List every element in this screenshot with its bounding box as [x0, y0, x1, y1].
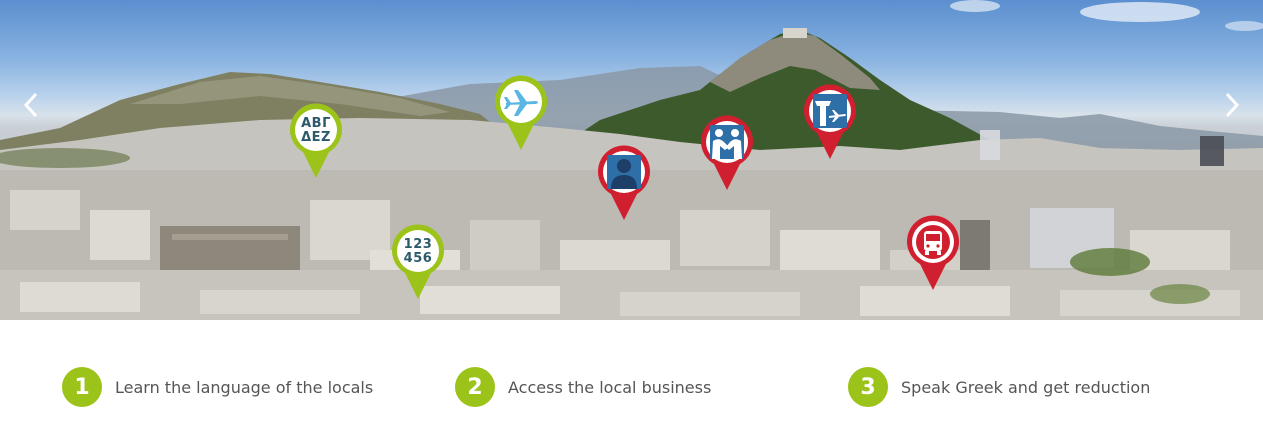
- pin-handshake[interactable]: [698, 114, 756, 192]
- pin-airport-tower[interactable]: [801, 83, 859, 161]
- hero-slider: ΑΒΓ ΔΕΖ 123 456: [0, 0, 1263, 320]
- pin-greek-alphabet[interactable]: ΑΒΓ ΔΕΖ: [287, 102, 345, 180]
- pin-text-line1: 123: [403, 237, 433, 252]
- feature-label: Learn the language of the locals: [115, 377, 374, 397]
- pin-person[interactable]: [595, 144, 653, 222]
- feature-item-2: 2 Access the local business: [455, 367, 711, 407]
- pin-text-line1: ΑΒΓ: [301, 116, 331, 131]
- bus-icon: [916, 225, 950, 259]
- chevron-right-icon: [1225, 92, 1240, 118]
- pin-text-line2: ΔΕΖ: [301, 130, 331, 145]
- feature-label: Speak Greek and get reduction: [901, 377, 1151, 397]
- airport-tower-icon: [813, 94, 847, 128]
- feature-item-3: 3 Speak Greek and get reduction: [848, 367, 1150, 407]
- features-bar: 1 Learn the language of the locals 2 Acc…: [0, 320, 1263, 421]
- feature-label: Access the local business: [508, 377, 712, 397]
- chevron-left-icon: [23, 92, 38, 118]
- slider-prev-button[interactable]: [20, 88, 42, 122]
- step-number-badge: 2: [455, 367, 495, 407]
- pin-greek-numbers[interactable]: 123 456: [389, 223, 447, 301]
- slider-next-button[interactable]: [1221, 88, 1243, 122]
- person-icon: [607, 155, 641, 189]
- pin-text-line2: 456: [403, 251, 433, 266]
- pin-bus[interactable]: [904, 214, 962, 292]
- pin-airplane[interactable]: [492, 74, 550, 152]
- step-number-badge: 1: [62, 367, 102, 407]
- feature-item-1: 1 Learn the language of the locals: [62, 367, 373, 407]
- step-number-badge: 3: [848, 367, 888, 407]
- handshake-icon: [710, 125, 744, 159]
